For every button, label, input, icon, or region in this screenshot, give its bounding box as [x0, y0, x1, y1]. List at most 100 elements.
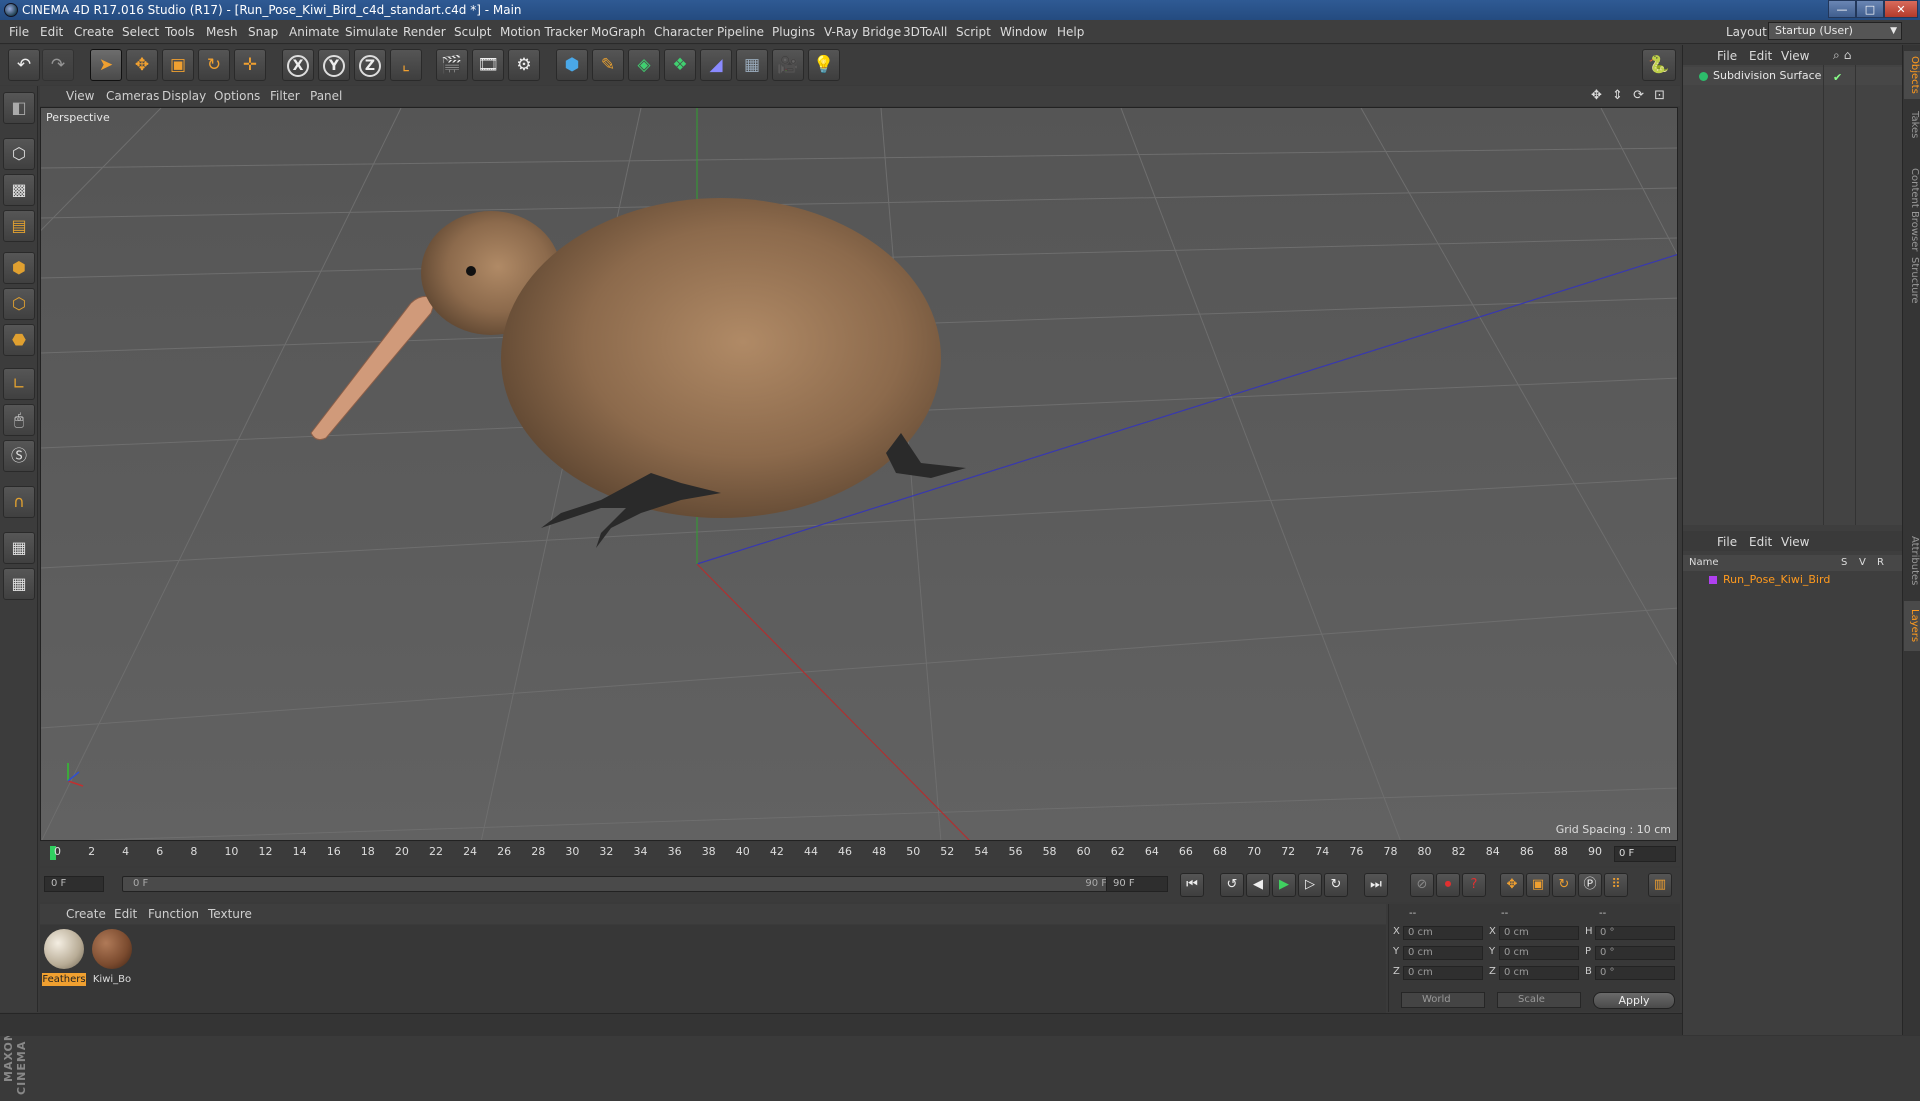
key-rotation-button[interactable]: ↻ — [1552, 873, 1576, 897]
workplane-mode-button[interactable]: ▤ — [3, 210, 35, 242]
y-axis-button[interactable]: Y — [318, 49, 350, 81]
menu-character[interactable]: Character — [654, 25, 713, 39]
key-position-button[interactable]: ✥ — [1500, 873, 1524, 897]
viewport-menu-filter[interactable]: Filter — [270, 89, 300, 103]
snapping-button[interactable]: Ⓢ — [3, 440, 35, 472]
autokeying-button[interactable]: ? — [1462, 873, 1486, 897]
enabled-check-icon[interactable]: ✔ — [1833, 69, 1842, 87]
render-picture-viewer-button[interactable]: 🎞 — [472, 49, 504, 81]
key-scale-button[interactable]: ▣ — [1526, 873, 1550, 897]
record-keys-disabled-button[interactable]: ⊘ — [1410, 873, 1434, 897]
menu-animate[interactable]: Animate — [289, 25, 339, 39]
transform-tool-button[interactable]: ✛ — [234, 49, 266, 81]
prev-frame-button[interactable]: ◀ — [1246, 873, 1270, 897]
menu-pipeline[interactable]: Pipeline — [717, 25, 764, 39]
move-tool-button[interactable]: ✥ — [126, 49, 158, 81]
material-menu-create[interactable]: Create — [66, 907, 106, 921]
layout-select[interactable]: Startup (User) ▼ — [1768, 22, 1902, 40]
viewport-menu-options[interactable]: Options — [214, 89, 260, 103]
menu-help[interactable]: Help — [1057, 25, 1084, 39]
minimize-button[interactable]: — — [1828, 0, 1856, 18]
tab-structure[interactable]: Structure — [1904, 245, 1920, 315]
size-y-field[interactable]: 0 cm — [1499, 946, 1579, 960]
material-kiwi-body[interactable]: Kiwi_Bo — [90, 927, 134, 987]
position-x-field[interactable]: 0 cm — [1403, 926, 1483, 940]
timeline-ruler[interactable]: 0 2 4 6 8 10 12 14 16 18 20 22 24 26 28 30 32 34 36 38 40 42 4… — [40, 842, 1680, 866]
key-parameter-button[interactable]: Ⓟ — [1578, 873, 1602, 897]
viewport-navigation-icons[interactable]: ✥ ⇕ ⟳ ⊡ — [1591, 88, 1668, 103]
timeline-window-button[interactable]: ▥ — [1648, 873, 1672, 897]
make-editable-button[interactable]: ◧ — [3, 92, 35, 124]
polygons-mode-button[interactable]: ⬣ — [3, 324, 35, 356]
position-y-field[interactable]: 0 cm — [1403, 946, 1483, 960]
lock-workplane-button[interactable]: ▦ — [3, 532, 35, 564]
next-key-button[interactable]: ↻ — [1324, 873, 1348, 897]
menu-select[interactable]: Select — [122, 25, 159, 39]
python-button[interactable]: 🐍 — [1642, 49, 1676, 81]
layer-row[interactable]: Run_Pose_Kiwi_Bird — [1683, 572, 1903, 588]
layer-menu-view[interactable]: View — [1781, 535, 1809, 549]
menu-mograph[interactable]: MoGraph — [591, 25, 646, 39]
render-view-button[interactable]: 🎬 — [436, 49, 468, 81]
pen-spline-button[interactable]: ✎ — [592, 49, 624, 81]
goto-end-button[interactable]: ⏭ — [1364, 873, 1388, 897]
mograph-cloner-button[interactable]: ❖ — [664, 49, 696, 81]
undo-button[interactable]: ↶ — [8, 49, 40, 81]
z-axis-button[interactable]: Z — [354, 49, 386, 81]
material-menu-texture[interactable]: Texture — [208, 907, 252, 921]
tab-takes[interactable]: Takes — [1904, 105, 1920, 145]
next-frame-button[interactable]: ▷ — [1298, 873, 1322, 897]
menu-3dtoall[interactable]: 3DToAll — [903, 25, 947, 39]
maximize-button[interactable]: □ — [1856, 0, 1884, 18]
menu-plugins[interactable]: Plugins — [772, 25, 815, 39]
material-menu-function[interactable]: Function — [148, 907, 199, 921]
layer-menu-edit[interactable]: Edit — [1749, 535, 1772, 549]
rotation-b-field[interactable]: 0 ° — [1595, 966, 1675, 980]
current-frame-field[interactable]: 0 F — [1614, 846, 1676, 862]
light-button[interactable]: 💡 — [808, 49, 840, 81]
render-settings-button[interactable]: ⚙ — [508, 49, 540, 81]
rotate-tool-button[interactable]: ↻ — [198, 49, 230, 81]
subdivision-surface-button[interactable]: ◈ — [628, 49, 660, 81]
tab-layers[interactable]: Layers — [1904, 601, 1920, 651]
menu-render[interactable]: Render — [403, 25, 446, 39]
texture-mode-button[interactable]: ▩ — [3, 174, 35, 206]
viewport-menu-cameras[interactable]: Cameras — [106, 89, 159, 103]
key-pla-button[interactable]: ⠿ — [1604, 873, 1628, 897]
menu-mesh[interactable]: Mesh — [206, 25, 238, 39]
viewport-menu-view[interactable]: View — [66, 89, 94, 103]
menu-create[interactable]: Create — [74, 25, 114, 39]
menu-tools[interactable]: Tools — [165, 25, 195, 39]
live-selection-button[interactable]: ➤ — [90, 49, 122, 81]
deformer-button[interactable]: ◢ — [700, 49, 732, 81]
close-button[interactable]: ✕ — [1884, 0, 1918, 18]
goto-start-button[interactable]: ⏮ — [1180, 873, 1204, 897]
record-active-objects-button[interactable]: ⏺ — [1436, 873, 1460, 897]
cube-button[interactable]: ⬢ — [556, 49, 588, 81]
viewport-menu-panel[interactable]: Panel — [310, 89, 342, 103]
menu-motion-tracker[interactable]: Motion Tracker — [500, 25, 588, 39]
points-mode-button[interactable]: ⬢ — [3, 252, 35, 284]
coordinate-space-select[interactable]: World — [1401, 992, 1485, 1008]
object-row-subdivision-surface[interactable]: Subdivision Surface ✔ — [1683, 67, 1903, 85]
object-manager-tool-icons[interactable]: ⌕⌂ — [1833, 48, 1855, 63]
viewport-menu-display[interactable]: Display — [162, 89, 206, 103]
preview-range-slider[interactable]: 0 F 90 F — [122, 876, 1122, 892]
object-menu-edit[interactable]: Edit — [1749, 49, 1772, 63]
object-menu-view[interactable]: View — [1781, 49, 1809, 63]
planar-workplane-button[interactable]: ▦ — [3, 568, 35, 600]
camera-button[interactable]: 🎥 — [772, 49, 804, 81]
layer-menu-file[interactable]: File — [1717, 535, 1737, 549]
tab-attributes[interactable]: Attributes — [1904, 525, 1920, 597]
axis-mode-button[interactable]: ∟ — [3, 368, 35, 400]
tweak-mode-button[interactable]: 🖱 — [3, 404, 35, 436]
perspective-viewport[interactable]: Perspective Grid Spacing : 10 cm — [40, 107, 1678, 841]
coordinate-mode-select[interactable]: Scale — [1497, 992, 1581, 1008]
start-frame-field[interactable]: 0 F — [44, 876, 104, 892]
menu-edit[interactable]: Edit — [40, 25, 63, 39]
end-frame-field[interactable]: 90 F — [1106, 876, 1168, 892]
tab-objects[interactable]: Objects — [1904, 51, 1920, 99]
position-z-field[interactable]: 0 cm — [1403, 966, 1483, 980]
edges-mode-button[interactable]: ⬡ — [3, 288, 35, 320]
floor-button[interactable]: ▦ — [736, 49, 768, 81]
